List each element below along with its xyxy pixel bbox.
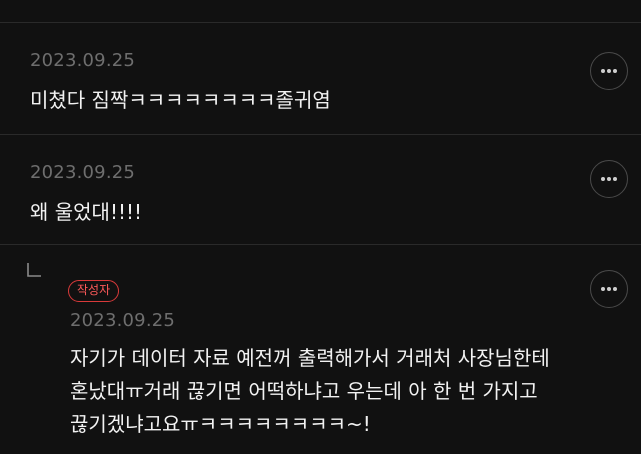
more-options-button[interactable] [590,52,628,90]
comment-date: 2023.09.25 [30,50,136,71]
more-horizontal-icon [601,177,617,181]
comment-text: 미쳤다 짐짝ㅋㅋㅋㅋㅋㅋㅋㅋ졸귀염 [30,88,331,112]
more-horizontal-icon [601,69,617,73]
reply-text-line: 자기가 데이터 자료 예전꺼 출력해가서 거래처 사장님한테 [70,346,550,370]
comment-divider [0,134,641,135]
comment-date: 2023.09.25 [30,162,136,183]
reply-text-line: 혼났대ㅠ거래 끊기면 어떡하냐고 우는데 아 한 번 가지고 [70,379,538,403]
reply-arrow-icon [27,263,41,277]
reply-text-line: 끊기겠냐고요ㅠㅋㅋㅋㅋㅋㅋㅋㅋ~! [70,412,371,436]
reply-date: 2023.09.25 [70,310,176,331]
comment-divider [0,244,641,245]
author-badge: 작성자 [68,280,120,302]
more-options-button[interactable] [590,160,628,198]
more-horizontal-icon [601,287,617,291]
more-options-button[interactable] [590,270,628,308]
reply-text: 자기가 데이터 자료 예전꺼 출력해가서 거래처 사장님한테 혼났대ㅠ거래 끊기… [70,342,550,441]
top-divider [0,22,641,23]
comment-text: 왜 울었대!!!! [30,200,143,224]
